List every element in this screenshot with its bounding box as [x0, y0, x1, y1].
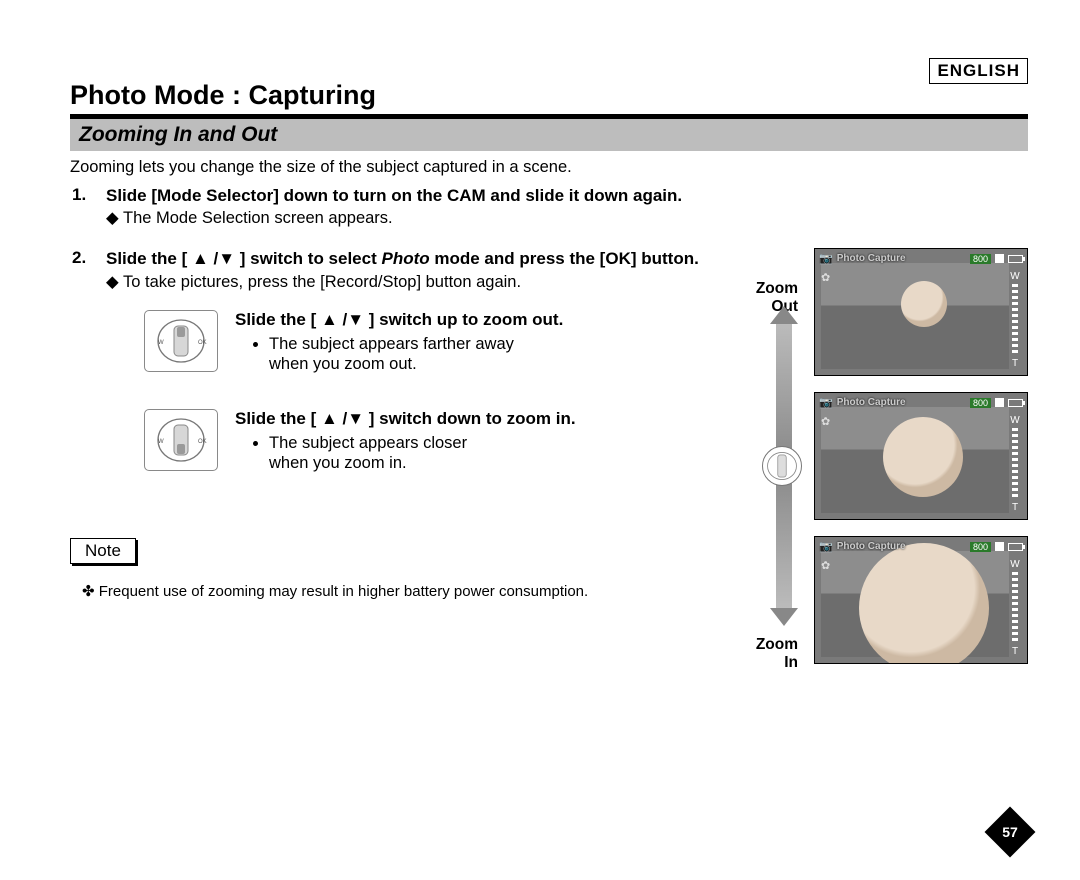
- step-2-pre: Slide the [ ▲ /▼ ] switch to select: [106, 249, 381, 268]
- preview-mid: 📷 Photo Capture 800 ✿ W T: [814, 392, 1028, 520]
- zoom-w: W: [1010, 559, 1019, 570]
- zoom-in-b1: The subject appears closer: [269, 434, 467, 452]
- step-2-main: Slide the [ ▲ /▼ ] switch to select Phot…: [106, 248, 746, 269]
- step-2-post: mode and press the [OK] button.: [430, 249, 699, 268]
- svg-text:W: W: [158, 439, 164, 445]
- camera-icon: 📷: [819, 540, 833, 553]
- zoom-in-bullet: The subject appears closer when you zoom…: [269, 433, 576, 474]
- zoom-in-label: Zoom In: [746, 636, 798, 672]
- card-icon: [995, 254, 1004, 263]
- preview-stack: 📷 Photo Capture 800 ✿ W T: [814, 248, 1028, 680]
- dpad-mini-icon: [762, 446, 802, 486]
- step-list: Slide [Mode Selector] down to turn on th…: [72, 185, 1028, 474]
- preview-wide: 📷 Photo Capture 800 ✿ W T: [814, 248, 1028, 376]
- zoom-w: W: [1010, 271, 1019, 282]
- face-icon: [859, 543, 989, 664]
- battery-icon: [1008, 543, 1023, 551]
- zoom-out-block: W OK Slide the [ ▲ /▼ ] switch up to zoo…: [144, 310, 746, 375]
- step-2-sub: To take pictures, press the [Record/Stop…: [106, 272, 746, 292]
- page-title: Photo Mode : Capturing: [70, 80, 1028, 111]
- camera-icon: 📷: [819, 396, 833, 409]
- switch-icon: W OK: [144, 409, 218, 471]
- step-1-main: Slide [Mode Selector] down to turn on th…: [106, 185, 1028, 206]
- switch-icon: W OK: [144, 310, 218, 372]
- face-icon: [883, 417, 963, 497]
- face-icon: [901, 281, 947, 327]
- camera-icon: 📷: [819, 252, 833, 265]
- svg-text:OK: OK: [198, 340, 207, 346]
- preview-size: 800: [970, 398, 991, 408]
- zoom-t: T: [1012, 502, 1018, 513]
- card-icon: [995, 398, 1004, 407]
- battery-icon: [1008, 399, 1023, 407]
- zoom-in-block: W OK Slide the [ ▲ /▼ ] switch down to z…: [144, 409, 746, 474]
- dpad-up-icon: W OK: [152, 318, 210, 364]
- note-label: Note: [70, 538, 136, 564]
- zoom-in-title: Slide the [ ▲ /▼ ] switch down to zoom i…: [235, 409, 576, 429]
- zoom-out-b2: when you zoom out.: [269, 355, 417, 373]
- zoom-out-bullet: The subject appears farther away when yo…: [269, 334, 563, 375]
- flash-icon: ✿: [821, 271, 830, 284]
- zoom-scale-icon: W T: [1009, 559, 1021, 657]
- svg-text:OK: OK: [198, 439, 207, 445]
- preview-size: 800: [970, 254, 991, 264]
- zoom-t: T: [1012, 646, 1018, 657]
- zoom-out-b1: The subject appears farther away: [269, 335, 514, 353]
- preview-mode-label: Photo Capture: [837, 541, 906, 552]
- step-2: Slide the [ ▲ /▼ ] switch to select Phot…: [72, 248, 1028, 474]
- page-number-value: 57: [992, 814, 1028, 850]
- dpad-down-icon: W OK: [152, 417, 210, 463]
- card-icon: [995, 542, 1004, 551]
- flash-icon: ✿: [821, 415, 830, 428]
- battery-icon: [1008, 255, 1023, 263]
- step-1: Slide [Mode Selector] down to turn on th…: [72, 185, 1028, 228]
- zoom-out-title: Slide the [ ▲ /▼ ] switch up to zoom out…: [235, 310, 563, 330]
- step-2-em: Photo: [381, 249, 429, 268]
- section-heading: Zooming In and Out: [70, 119, 1028, 151]
- preview-size: 800: [970, 542, 991, 552]
- zoom-w: W: [1010, 415, 1019, 426]
- zoom-in-b2: when you zoom in.: [269, 454, 407, 472]
- language-badge: ENGLISH: [929, 58, 1028, 84]
- preview-tele: 📷 Photo Capture 800 ✿ W T: [814, 536, 1028, 664]
- page-number: 57: [992, 814, 1028, 850]
- illustration-zoom: Zoom Out Zoom In: [746, 248, 1028, 474]
- step-1-sub: The Mode Selection screen appears.: [106, 208, 1028, 228]
- zoom-scale-icon: W T: [1009, 271, 1021, 369]
- intro-text: Zooming lets you change the size of the …: [70, 158, 1028, 177]
- flash-icon: ✿: [821, 559, 830, 572]
- zoom-t: T: [1012, 358, 1018, 369]
- zoom-scale-icon: W T: [1009, 415, 1021, 513]
- svg-text:W: W: [158, 340, 164, 346]
- preview-mode-label: Photo Capture: [837, 397, 906, 408]
- preview-mode-label: Photo Capture: [837, 253, 906, 264]
